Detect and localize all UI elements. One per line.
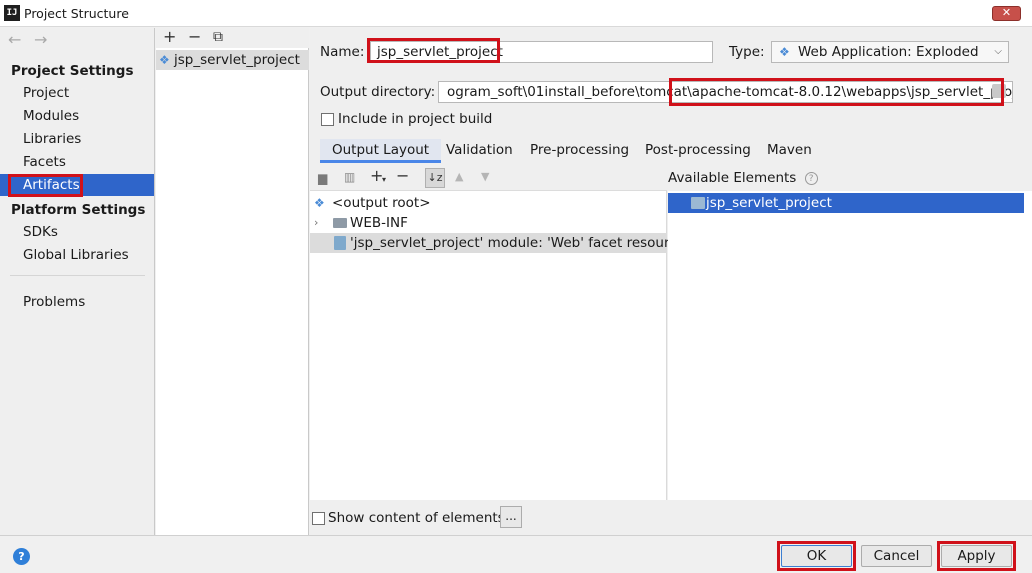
sidebar-divider [10,275,145,276]
move-up-icon[interactable]: ▲ [455,168,463,186]
show-content-options-button[interactable]: ... [500,506,522,528]
module-resources-label: 'jsp_servlet_project' module: 'Web' face… [350,235,692,251]
sort-icon[interactable]: ↓z [425,168,445,188]
tree-row-output-root[interactable]: ❖ <output root> [310,193,667,213]
tree-row-web-inf[interactable]: › WEB-INF [310,213,667,233]
close-button[interactable]: ✕ [992,6,1021,21]
sidebar-item-project[interactable]: Project [0,82,154,104]
tab-pre-processing[interactable]: Pre-processing [518,139,641,163]
remove-element-icon[interactable]: − [396,167,409,185]
tab-maven[interactable]: Maven [755,139,824,163]
archive-icon[interactable]: ▥ [344,168,355,186]
browse-folder-icon[interactable] [992,84,1006,98]
name-label: Name: [320,44,365,60]
sidebar-item-global-libraries[interactable]: Global Libraries [0,244,154,266]
available-element-label: jsp_servlet_project [706,195,832,211]
output-root-icon: ❖ [314,196,325,210]
module-folder-icon [691,197,705,209]
web-inf-label: WEB-INF [350,215,408,231]
sidebar-item-facets[interactable]: Facets [0,151,154,173]
artifact-item-label: jsp_servlet_project [174,52,300,68]
available-element-item[interactable]: jsp_servlet_project [668,193,1024,213]
project-settings-heading: Project Settings [11,63,134,79]
sidebar-item-sdks[interactable]: SDKs [0,221,154,243]
settings-sidebar: ← → Project Settings Project Modules Lib… [0,28,155,535]
tab-post-processing[interactable]: Post-processing [633,139,763,163]
output-root-label: <output root> [332,195,431,211]
apply-button[interactable]: Apply [941,545,1012,567]
artifact-list-item[interactable]: ❖ jsp_servlet_project [156,50,309,70]
add-dropdown-icon[interactable]: ▾ [382,171,386,189]
show-content-label: Show content of elements [328,510,505,526]
folder-icon [333,218,347,228]
tab-validation[interactable]: Validation [434,139,525,163]
chevron-right-icon[interactable]: › [314,213,318,233]
include-in-build-checkbox[interactable] [321,113,334,126]
type-select-value: Web Application: Exploded [798,44,979,60]
sidebar-item-problems[interactable]: Problems [0,291,154,313]
platform-settings-heading: Platform Settings [11,202,146,218]
tree-row-module-resources[interactable]: 'jsp_servlet_project' module: 'Web' face… [310,233,692,253]
available-elements-title: Available Elements [668,170,797,186]
web-resource-icon [334,236,346,250]
window-title: Project Structure [24,6,129,21]
output-directory-field[interactable]: ogram_soft\01install_before\tomcat\apach… [438,81,1013,103]
title-bar: IJ Project Structure ✕ [0,0,1032,27]
dialog-button-bar: ? OK Cancel Apply [0,535,1032,573]
help-hint-icon[interactable]: ? [804,172,818,185]
artifact-icon: ❖ [159,53,170,67]
available-elements-header: Available Elements ? [668,165,1032,191]
ok-button[interactable]: OK [781,545,852,567]
show-content-checkbox[interactable] [312,512,325,525]
name-field[interactable]: jsp_servlet_project [370,41,713,63]
type-select[interactable]: ❖ Web Application: Exploded ⌵ [771,41,1009,63]
add-artifact-icon[interactable]: + [163,28,176,46]
include-in-build-label: Include in project build [338,111,493,127]
move-down-icon[interactable]: ▼ [481,168,489,186]
cancel-button[interactable]: Cancel [861,545,932,567]
artifacts-list-panel: + − ⧉ ❖ jsp_servlet_project [156,28,309,535]
artifact-details-panel: Name: jsp_servlet_project Type: ❖ Web Ap… [310,28,1032,535]
type-label: Type: [729,44,765,60]
chevron-down-icon: ⌵ [994,46,1002,57]
remove-artifact-icon[interactable]: − [188,28,201,46]
forward-arrow-icon[interactable]: → [34,30,47,49]
app-icon: IJ [4,5,20,21]
web-app-icon: ❖ [779,45,790,59]
layout-toolbar: ▆ ▥ + ▾ − ↓z ▲ ▼ [310,165,667,191]
back-arrow-icon[interactable]: ← [8,30,21,49]
artifacts-toolbar: + − ⧉ [156,28,309,48]
available-elements-panel: Available Elements ? jsp_servlet_project [668,165,1032,500]
output-directory-label: Output directory: [320,84,436,100]
output-layout-tree: ▆ ▥ + ▾ − ↓z ▲ ▼ ❖ <output root> › WEB-I… [310,165,692,500]
tab-output-layout[interactable]: Output Layout [320,139,442,163]
new-folder-icon[interactable]: ▆ [318,169,327,187]
sidebar-item-libraries[interactable]: Libraries [0,128,154,150]
help-icon[interactable]: ? [13,548,30,565]
sidebar-item-artifacts[interactable]: Artifacts [0,174,154,196]
sidebar-item-modules[interactable]: Modules [0,105,154,127]
copy-artifact-icon[interactable]: ⧉ [213,28,223,46]
